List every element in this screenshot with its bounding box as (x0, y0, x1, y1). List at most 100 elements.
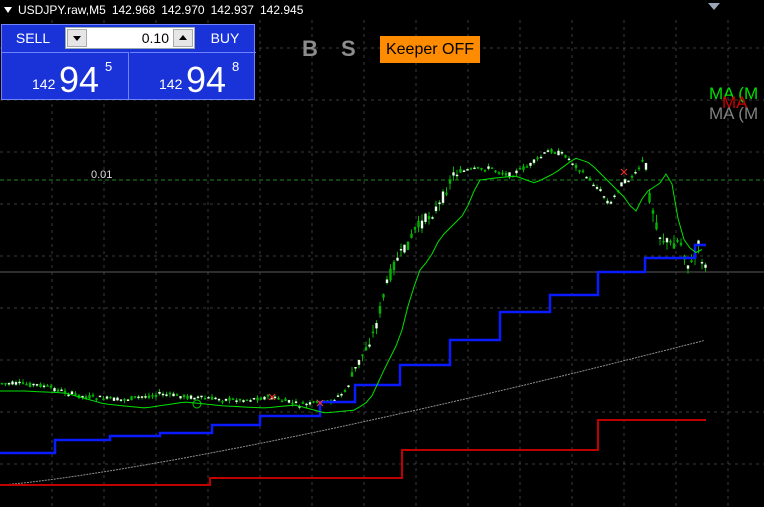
candle-body (11, 381, 14, 385)
candle-body (35, 384, 39, 386)
sell-price-button[interactable]: 142 94 5 (2, 52, 129, 100)
candle-body (357, 359, 361, 365)
candle-body (364, 347, 368, 351)
candle-body (389, 268, 392, 281)
candle-body (196, 396, 200, 399)
candle-body (39, 383, 42, 388)
candle-body (161, 393, 165, 396)
lot-size-input[interactable] (89, 29, 169, 47)
candle-body (462, 170, 466, 173)
buy-price-prefix: 142 (159, 76, 183, 92)
candle-body (235, 400, 238, 402)
candle-body (469, 168, 473, 170)
candle-body (252, 398, 256, 400)
candle-body (529, 162, 532, 166)
collapse-triangle-icon[interactable] (4, 7, 12, 13)
candle-body (238, 398, 242, 401)
candle-body (249, 400, 252, 402)
candle-body (585, 176, 588, 179)
candle-body (595, 187, 599, 189)
candle-body (32, 383, 35, 386)
candle-body (49, 385, 53, 388)
candle-body (571, 163, 574, 165)
candle-body (133, 396, 137, 398)
candle-body (354, 367, 357, 369)
chevron-up-icon (179, 35, 187, 40)
candle-body (245, 399, 249, 402)
candle-body (214, 397, 217, 400)
candle-body (287, 400, 291, 403)
lot-decrease-button[interactable] (67, 29, 87, 47)
buy-price-button[interactable]: 142 94 8 (130, 52, 256, 100)
sell-button[interactable]: SELL (2, 25, 64, 51)
candle-body (371, 331, 375, 334)
candle-body (130, 396, 133, 401)
candle-body (112, 397, 116, 401)
candle-body (518, 167, 522, 170)
candle-body (175, 394, 179, 396)
ohlc-open: 142.968 (111, 3, 156, 17)
candle-body (455, 174, 459, 177)
candle-body (378, 306, 382, 314)
keeper-toggle-button[interactable]: Keeper OFF (380, 36, 480, 63)
candle-body (280, 400, 284, 403)
candle-body (263, 396, 266, 400)
candle-body (256, 397, 259, 401)
candle-body (588, 178, 592, 180)
candle-body (60, 389, 63, 392)
candle-body (182, 394, 186, 398)
candle-body (690, 260, 693, 262)
buy-button[interactable]: BUY (195, 25, 255, 51)
buy-price-fraction: 8 (232, 59, 240, 74)
candle-body (515, 170, 518, 174)
candle-body (396, 257, 399, 261)
candle-body (480, 167, 483, 170)
candle-body (207, 397, 210, 399)
candle-body (532, 159, 536, 163)
ma-blue-step-line (0, 243, 706, 455)
candle-body (651, 210, 655, 214)
candle-body (147, 395, 151, 398)
candle-body (490, 167, 494, 169)
candle-body (427, 216, 431, 220)
lot-increase-button[interactable] (173, 29, 193, 47)
candle-body (46, 385, 49, 387)
candle-body (203, 398, 207, 400)
candle-body (74, 393, 77, 395)
candle-body (305, 403, 308, 406)
candle-body (350, 372, 354, 377)
candle-body (655, 222, 658, 230)
ohlc-low: 142.937 (210, 3, 254, 17)
candle-body (522, 166, 525, 170)
s-button[interactable]: S (341, 36, 356, 62)
candle-body (662, 241, 665, 243)
candle-body (672, 243, 676, 249)
chart-shift-triangle-icon[interactable] (708, 3, 720, 10)
candle-body (382, 294, 385, 298)
candle-body (98, 395, 102, 398)
chart-area[interactable]: USDJPY.raw,M5 142.968 142.970 142.937 14… (0, 0, 764, 507)
candle-body (641, 160, 644, 162)
candle-body (4, 382, 7, 385)
candle-body (116, 397, 119, 401)
lot-size-stepper[interactable] (65, 27, 195, 49)
candle-body (21, 382, 25, 384)
candle-body (434, 206, 438, 212)
candle-body (179, 396, 182, 399)
candle-body (438, 202, 441, 205)
candle-body (172, 393, 175, 397)
candle-body (578, 170, 581, 172)
candle-body (154, 394, 158, 398)
candle-body (88, 395, 91, 399)
one-click-trading-panel: SELL BUY 142 94 5 142 94 8 (1, 24, 256, 100)
candle-body (168, 392, 172, 395)
candle-body (445, 192, 448, 195)
candle-body (487, 166, 490, 169)
ma-slow-line (0, 340, 705, 486)
b-button[interactable]: B (302, 36, 318, 62)
candle-body (620, 182, 623, 187)
candle-body (242, 400, 245, 402)
candle-body (630, 175, 634, 178)
candle-body (417, 220, 420, 228)
ma-red-step-line (0, 419, 706, 486)
